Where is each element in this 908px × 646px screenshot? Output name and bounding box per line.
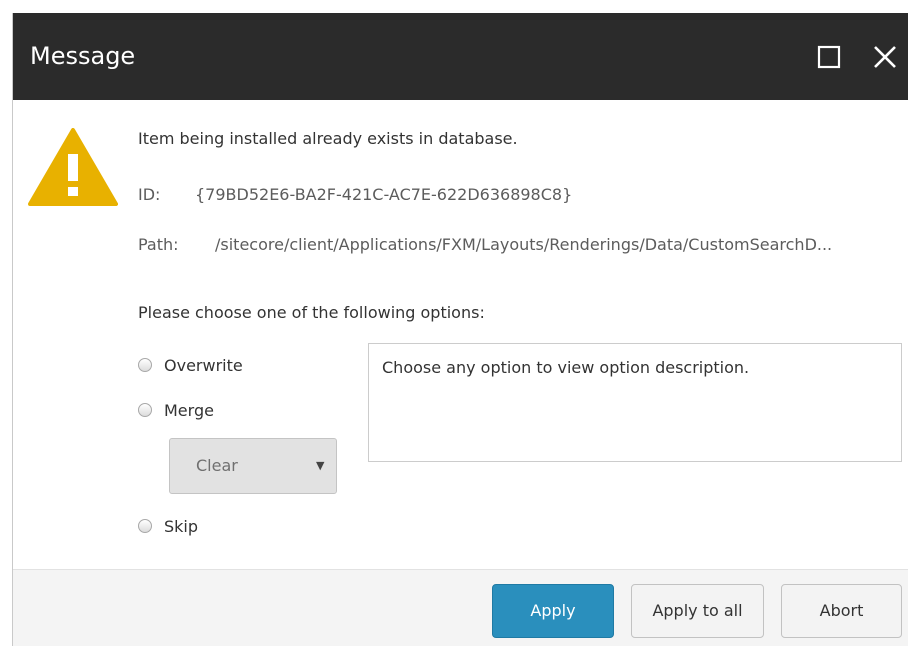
option-description-box: Choose any option to view option descrip… [368, 343, 902, 462]
path-label: Path: [138, 235, 179, 254]
message-text: Item being installed already exists in d… [138, 129, 518, 148]
apply-button[interactable]: Apply [492, 584, 614, 638]
maximize-button[interactable] [809, 37, 849, 77]
dialog-footer: Apply Apply to all Abort [13, 569, 908, 646]
chevron-down-icon: ▼ [316, 459, 325, 472]
abort-button[interactable]: Abort [781, 584, 902, 638]
skip-radio[interactable] [138, 519, 152, 533]
options-prompt: Please choose one of the following optio… [138, 303, 485, 322]
overwrite-radio[interactable] [138, 358, 152, 372]
merge-radio[interactable] [138, 403, 152, 417]
id-label: ID: [138, 185, 161, 204]
merge-option[interactable]: Merge [138, 401, 248, 423]
id-value: {79BD52E6-BA2F-421C-AC7E-622D636898C8} [195, 185, 573, 204]
overwrite-option[interactable]: Overwrite [138, 356, 268, 378]
dialog-titlebar: Message [13, 13, 908, 100]
skip-option[interactable]: Skip [138, 517, 228, 539]
dialog-title: Message [30, 42, 136, 70]
skip-label: Skip [164, 517, 199, 536]
option-description-text: Choose any option to view option descrip… [382, 358, 750, 377]
close-button[interactable] [865, 37, 905, 77]
close-icon [874, 46, 896, 68]
warning-icon [28, 128, 118, 206]
merge-mode-value: Clear [196, 456, 238, 475]
maximize-icon [817, 45, 841, 69]
apply-to-all-button[interactable]: Apply to all [631, 584, 764, 638]
overwrite-label: Overwrite [164, 356, 243, 375]
merge-label: Merge [164, 401, 214, 420]
message-dialog: Message Item being installed already exi… [12, 13, 908, 646]
path-value: /sitecore/client/Applications/FXM/Layout… [215, 235, 833, 254]
merge-mode-select[interactable]: Clear ▼ [169, 438, 337, 494]
